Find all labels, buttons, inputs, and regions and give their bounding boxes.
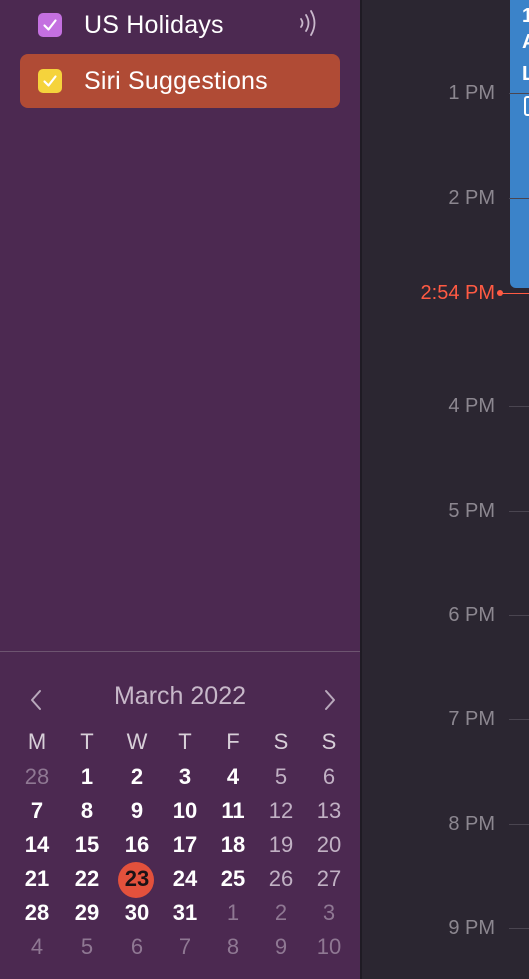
day-cell[interactable]: 13 xyxy=(305,794,353,828)
hour-label: 6 PM xyxy=(448,604,495,626)
calendar-row-us-holidays[interactable]: US Holidays xyxy=(20,0,340,52)
calendar-row-siri-suggestions[interactable]: Siri Suggestions xyxy=(20,54,340,108)
weekday-header: W xyxy=(126,729,148,754)
weekday-header: S xyxy=(273,729,289,754)
day-cell[interactable]: 1 xyxy=(63,760,111,794)
month-title: March 2022 xyxy=(113,682,247,710)
current-time-dot xyxy=(497,290,503,296)
day-cell[interactable]: 9 xyxy=(257,930,305,964)
weekday-header: T xyxy=(80,729,94,754)
day-cell[interactable]: 4 xyxy=(13,930,61,964)
day-cell[interactable]: 14 xyxy=(13,828,61,862)
checkmark-icon xyxy=(43,75,57,87)
day-cell[interactable]: 2 xyxy=(257,896,305,930)
day-cell[interactable]: 3 xyxy=(161,760,209,794)
checkmark-icon xyxy=(43,19,57,31)
day-cell[interactable]: 16 xyxy=(113,828,161,862)
pane-divider[interactable] xyxy=(360,0,362,979)
day-cell[interactable]: 19 xyxy=(257,828,305,862)
next-month-icon[interactable] xyxy=(320,686,340,714)
day-cell[interactable]: 7 xyxy=(13,794,61,828)
weekday-header: M xyxy=(27,729,47,754)
checkbox-us-holidays[interactable] xyxy=(38,13,62,37)
calendar-label: US Holidays xyxy=(84,10,224,39)
day-cell[interactable]: 18 xyxy=(209,828,257,862)
hour-tick xyxy=(509,928,529,929)
day-cell[interactable]: 20 xyxy=(305,828,353,862)
day-cell[interactable]: 11 xyxy=(209,794,257,828)
day-cell[interactable]: 27 xyxy=(305,862,353,896)
hour-tick xyxy=(509,198,529,199)
day-cell[interactable]: 29 xyxy=(63,896,111,930)
day-cell[interactable]: 21 xyxy=(13,862,61,896)
day-cell[interactable]: 24 xyxy=(161,862,209,896)
event-text-line: 1 xyxy=(522,5,529,27)
day-cell[interactable]: 5 xyxy=(257,760,305,794)
broadcast-icon xyxy=(300,10,316,36)
weekday-header: T xyxy=(178,729,192,754)
hour-label: 9 PM xyxy=(448,917,495,939)
hour-label: 1 PM xyxy=(448,82,495,104)
calendar-label: Siri Suggestions xyxy=(84,66,268,95)
day-cell[interactable]: 28 xyxy=(13,896,61,930)
previous-month-icon[interactable] xyxy=(26,686,46,714)
day-cell[interactable]: 6 xyxy=(305,760,353,794)
day-cell[interactable]: 10 xyxy=(161,794,209,828)
day-cell[interactable]: 7 xyxy=(161,930,209,964)
day-cell[interactable]: 31 xyxy=(161,896,209,930)
hour-tick xyxy=(509,615,529,616)
hour-tick xyxy=(509,824,529,825)
day-cell[interactable]: 9 xyxy=(113,794,161,828)
day-cell[interactable]: 25 xyxy=(209,862,257,896)
day-cell[interactable]: 26 xyxy=(257,862,305,896)
day-cell[interactable]: 22 xyxy=(63,862,111,896)
hour-tick xyxy=(509,406,529,407)
hour-label: 2 PM xyxy=(448,187,495,209)
hour-tick xyxy=(509,93,529,94)
event-text-line: L xyxy=(522,63,529,85)
day-cell[interactable]: 5 xyxy=(63,930,111,964)
day-cell[interactable]: 15 xyxy=(63,828,111,862)
weekday-header: S xyxy=(321,729,337,754)
sidebar: US Holidays Siri Suggestions March 2022 … xyxy=(0,0,360,979)
calendar-event[interactable]: 1 A L xyxy=(510,0,529,288)
day-cell[interactable]: 3 xyxy=(305,896,353,930)
day-cell[interactable]: 10 xyxy=(305,930,353,964)
hour-label: 8 PM xyxy=(448,813,495,835)
day-cell[interactable]: 17 xyxy=(161,828,209,862)
hour-tick xyxy=(509,511,529,512)
day-cell[interactable]: 28 xyxy=(13,760,61,794)
day-cell[interactable]: 23 xyxy=(113,862,161,896)
day-cell[interactable]: 4 xyxy=(209,760,257,794)
sidebar-divider xyxy=(0,651,360,652)
day-cell[interactable]: 6 xyxy=(113,930,161,964)
checkbox-siri-suggestions[interactable] xyxy=(38,69,62,93)
hour-label: 5 PM xyxy=(448,500,495,522)
hour-label: 4 PM xyxy=(448,395,495,417)
day-cell[interactable]: 2 xyxy=(113,760,161,794)
day-cell[interactable]: 8 xyxy=(63,794,111,828)
day-cell[interactable]: 8 xyxy=(209,930,257,964)
event-icon xyxy=(524,96,529,116)
current-time-label: 2:54 PM xyxy=(420,282,495,304)
day-cell[interactable]: 12 xyxy=(257,794,305,828)
hour-label: 7 PM xyxy=(448,708,495,730)
hour-tick xyxy=(509,719,529,720)
day-cell[interactable]: 30 xyxy=(113,896,161,930)
event-text-line: A xyxy=(522,30,529,54)
weekday-header: F xyxy=(226,729,240,754)
day-cell[interactable]: 1 xyxy=(209,896,257,930)
